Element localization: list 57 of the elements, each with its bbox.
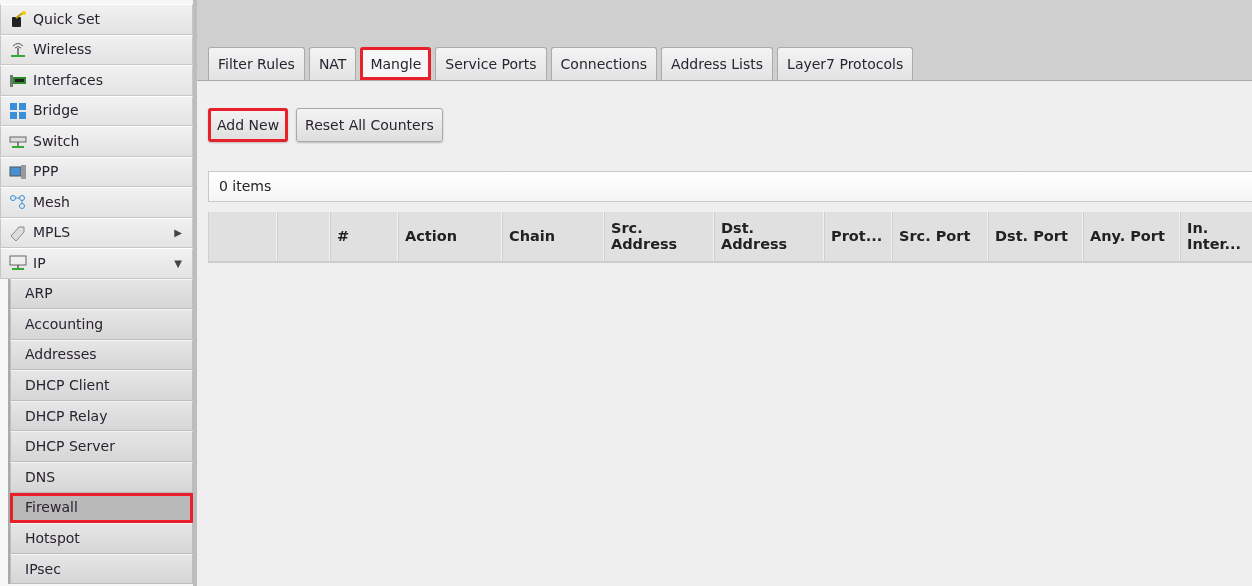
tags-icon xyxy=(9,223,27,242)
tab[interactable]: Address Lists xyxy=(661,47,774,80)
arrow-icon[interactable]: ▶ xyxy=(174,225,182,241)
column-header[interactable]: Src. Port xyxy=(892,212,988,261)
column-header[interactable]: Prot... xyxy=(824,212,892,261)
menu-label: Mesh xyxy=(33,192,71,212)
column-header[interactable]: In. Inter... xyxy=(1180,212,1252,261)
submenu-item[interactable]: DHCP Relay xyxy=(10,400,193,432)
menu-item[interactable]: Mesh xyxy=(0,187,193,218)
tab[interactable]: Filter Rules xyxy=(208,47,305,80)
menu-label: Switch xyxy=(33,131,81,151)
nodes-icon xyxy=(9,193,27,212)
column-header[interactable]: Any. Port xyxy=(1083,212,1180,261)
action-button[interactable]: Reset All Counters xyxy=(296,108,443,142)
menu-label: Quick Set xyxy=(33,9,102,29)
item-count: 0 items xyxy=(219,177,272,196)
menu-item[interactable]: Wireless xyxy=(0,34,193,65)
column-header[interactable] xyxy=(208,212,277,261)
column-header[interactable] xyxy=(277,212,330,261)
tab[interactable]: Mangle xyxy=(360,47,432,80)
tab[interactable]: Service Ports xyxy=(435,47,547,80)
menu-label: MPLS xyxy=(33,223,72,243)
arrow-icon[interactable]: ▼ xyxy=(174,255,182,271)
ip-icon xyxy=(9,254,27,273)
computers-icon xyxy=(9,162,27,181)
menu-label: Interfaces xyxy=(33,70,104,90)
tab[interactable]: Connections xyxy=(550,47,658,80)
menu-label: Wireless xyxy=(33,40,93,60)
menu-item[interactable]: Interfaces xyxy=(0,65,193,96)
column-header[interactable]: Src. Address xyxy=(604,212,714,261)
submenu-item[interactable]: DHCP Client xyxy=(10,370,193,401)
menu-item[interactable]: Quick Set xyxy=(0,4,193,35)
menu-label: IP xyxy=(33,253,47,273)
menu-label: PPP xyxy=(33,162,60,182)
submenu-item[interactable]: Addresses xyxy=(10,339,193,371)
submenu-item[interactable]: DHCP Server xyxy=(10,431,193,463)
menu-label: Bridge xyxy=(33,101,80,121)
column-header[interactable]: Action xyxy=(398,212,502,261)
submenu-item[interactable]: DNS xyxy=(10,462,193,493)
action-button[interactable]: Add New xyxy=(208,108,289,142)
menu-item[interactable]: MPLS ▶ xyxy=(0,217,193,248)
tab[interactable]: NAT xyxy=(308,47,357,80)
column-header[interactable]: # xyxy=(330,212,398,261)
column-header[interactable]: Chain xyxy=(502,212,604,261)
column-header[interactable]: Dst. Port xyxy=(988,212,1083,261)
submenu-item[interactable]: IPsec xyxy=(10,553,193,585)
antenna-icon xyxy=(9,40,27,59)
submenu-item[interactable]: ARP xyxy=(10,278,193,310)
tab[interactable]: Layer7 Protocols xyxy=(777,47,914,80)
menu-item[interactable]: PPP xyxy=(0,156,193,187)
column-header[interactable]: Dst. Address xyxy=(714,212,824,261)
menu-item[interactable]: Bridge xyxy=(0,95,193,126)
submenu-item[interactable]: Hotspot xyxy=(10,523,193,554)
submenu-item[interactable]: Accounting xyxy=(10,309,193,340)
menu-item[interactable]: IP ▼ xyxy=(0,248,193,279)
submenu-item[interactable]: Firewall xyxy=(10,492,193,524)
menu-item[interactable]: Switch xyxy=(0,126,193,157)
